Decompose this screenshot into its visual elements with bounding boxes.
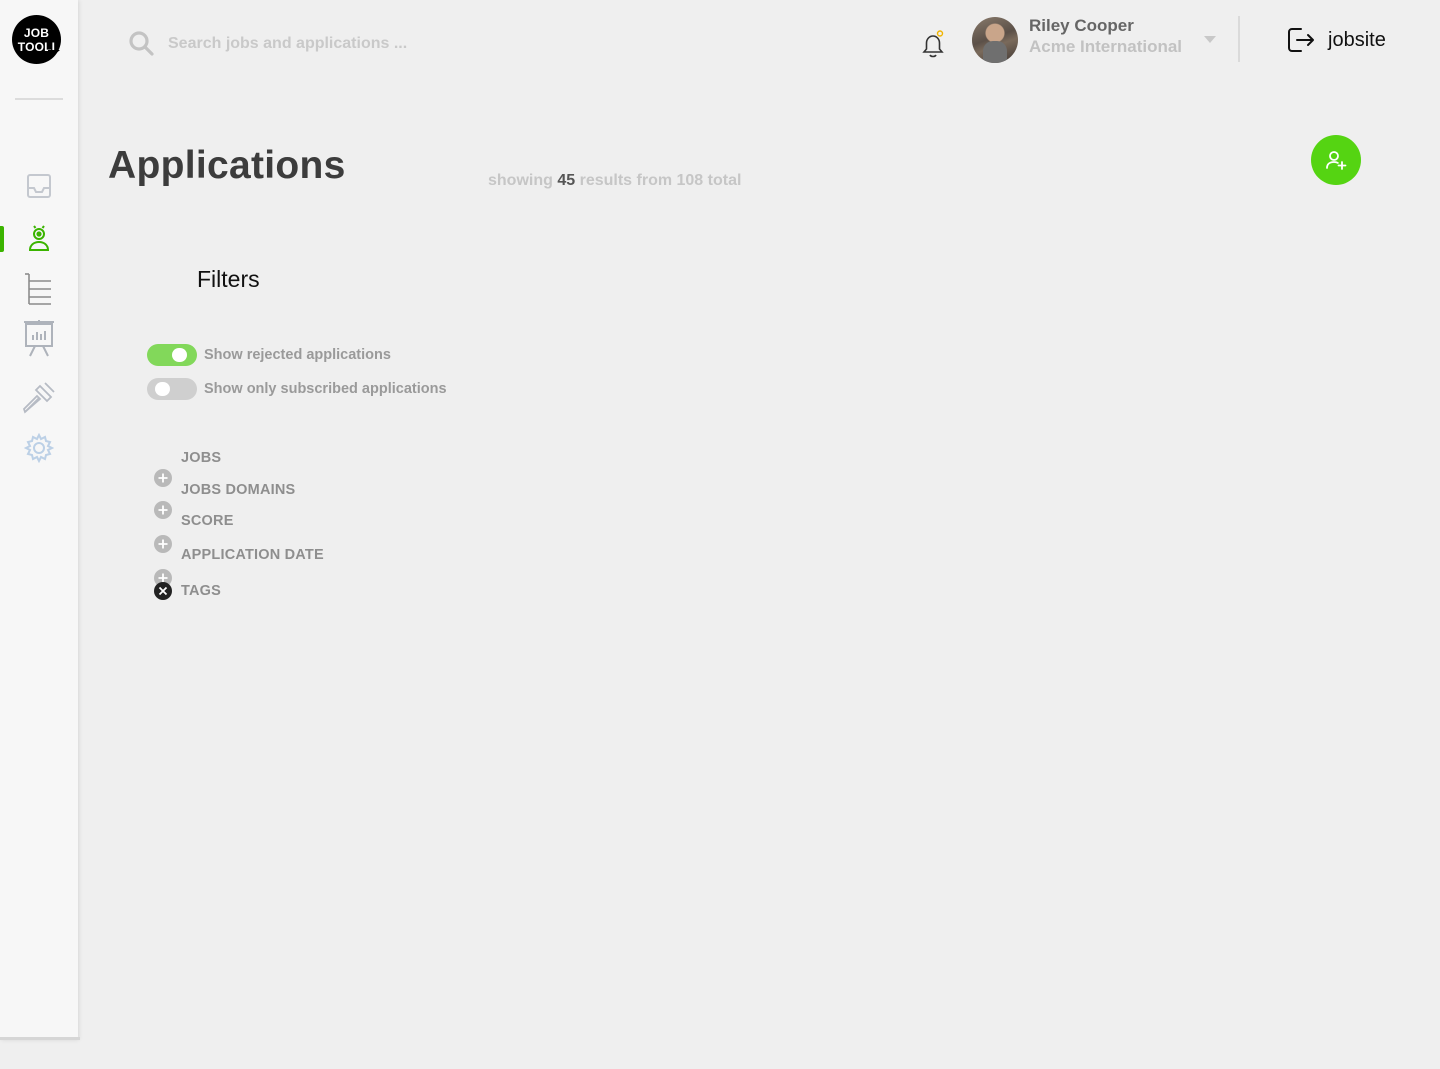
sidebar-item-applications[interactable] bbox=[18, 217, 60, 259]
avatar[interactable] bbox=[972, 17, 1018, 63]
inbox-icon bbox=[27, 174, 51, 198]
jobsite-button[interactable]: jobsite bbox=[1284, 22, 1386, 58]
search-icon[interactable] bbox=[127, 29, 155, 57]
chevron-down-icon[interactable] bbox=[1204, 36, 1216, 43]
toggle-knob bbox=[155, 382, 170, 396]
sidebar-divider bbox=[15, 98, 63, 100]
filters-title: Filters bbox=[197, 266, 260, 292]
settings-gear-icon bbox=[24, 433, 54, 463]
results-count: 45 bbox=[557, 172, 576, 189]
add-user-icon bbox=[1326, 151, 1347, 170]
results-summary: showing 45 results from 108 total bbox=[488, 172, 741, 190]
page-title: Applications bbox=[108, 144, 346, 187]
plus-circle-icon[interactable] bbox=[154, 501, 172, 519]
sidebar-item-jobs-list[interactable] bbox=[18, 268, 60, 310]
filter-score[interactable]: SCORE bbox=[181, 513, 234, 529]
add-applicant-button[interactable] bbox=[1311, 135, 1361, 185]
sidebar-item-inbox[interactable] bbox=[18, 165, 60, 207]
filter-jobs[interactable]: JOBS bbox=[181, 450, 221, 466]
list-tree-icon bbox=[25, 273, 51, 305]
filter-tags[interactable]: TAGS bbox=[181, 583, 221, 599]
plus-circle-icon[interactable] bbox=[154, 535, 172, 553]
sidebar-item-settings[interactable] bbox=[18, 427, 60, 469]
filter-application-date[interactable]: APPLICATION DATE bbox=[181, 547, 324, 563]
show-subscribed-toggle[interactable] bbox=[147, 378, 197, 400]
plus-circle-icon[interactable] bbox=[154, 469, 172, 487]
toggle-knob bbox=[172, 348, 187, 362]
show-rejected-label: Show rejected applications bbox=[204, 347, 391, 363]
search-input[interactable] bbox=[166, 30, 570, 58]
show-subscribed-label: Show only subscribed applications bbox=[204, 381, 447, 397]
filter-jobs-domains[interactable]: JOBS DOMAINS bbox=[181, 482, 295, 498]
bell-icon bbox=[922, 30, 944, 58]
toggle-row-rejected: Show rejected applications bbox=[147, 344, 391, 366]
results-suffix: results from 108 total bbox=[579, 172, 742, 189]
sidebar bbox=[0, 0, 78, 1040]
header-divider bbox=[1238, 16, 1240, 62]
show-rejected-toggle[interactable] bbox=[147, 344, 197, 366]
presentation-chart-icon bbox=[24, 320, 54, 357]
logo-speech-tail bbox=[48, 50, 60, 60]
user-name[interactable]: Riley Cooper bbox=[1029, 16, 1134, 36]
sidebar-item-tools[interactable] bbox=[18, 377, 60, 419]
user-company[interactable]: Acme International bbox=[1029, 37, 1182, 57]
tools-icon bbox=[22, 382, 55, 414]
sidebar-item-reports[interactable] bbox=[18, 317, 60, 359]
logout-icon bbox=[1288, 28, 1314, 52]
close-circle-icon[interactable] bbox=[154, 582, 172, 600]
applicants-icon bbox=[28, 225, 50, 251]
sidebar-bottom-border bbox=[0, 1037, 80, 1040]
logo-line-1: JOB bbox=[23, 25, 50, 40]
jobsite-label: jobsite bbox=[1328, 28, 1386, 51]
results-prefix: showing bbox=[488, 172, 553, 189]
avatar-figure bbox=[983, 41, 1007, 63]
toggle-row-subscribed: Show only subscribed applications bbox=[147, 378, 447, 400]
notifications-button[interactable] bbox=[919, 30, 947, 60]
nav-active-indicator bbox=[0, 226, 4, 252]
